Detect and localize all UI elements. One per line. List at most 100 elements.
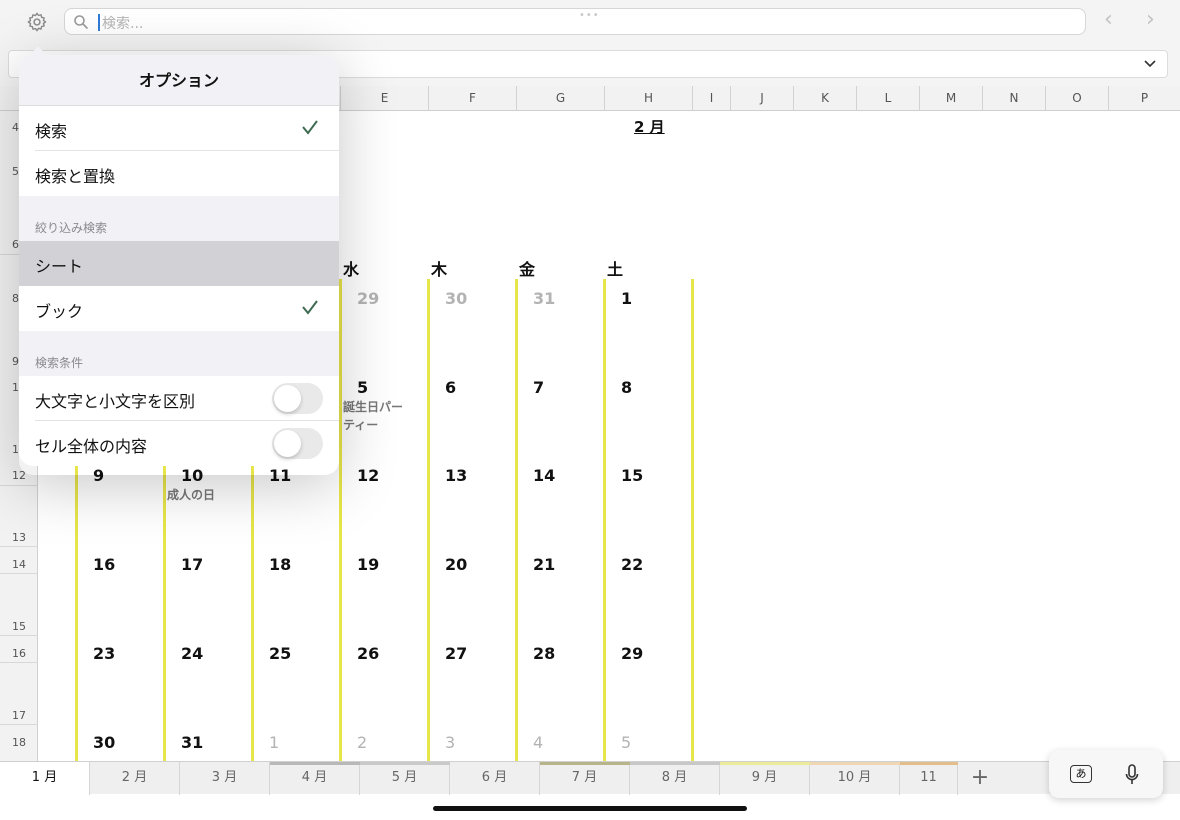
calendar-column-line xyxy=(603,279,606,761)
row-number[interactable]: 16 xyxy=(0,647,38,660)
match-case-toggle[interactable] xyxy=(272,383,323,414)
calendar-day[interactable]: 15 xyxy=(621,466,643,485)
input-mode-icon[interactable]: あ xyxy=(1070,765,1092,783)
condition-section-header: 検索条件 xyxy=(35,356,84,370)
month-title: 2 月 xyxy=(634,118,665,136)
app-window: 検索... ••• ‹ › E F G H I J K L M N O P 2 … xyxy=(0,0,1180,820)
option-search-label: 検索 xyxy=(35,122,68,141)
search-field[interactable]: 検索... xyxy=(64,8,1086,35)
calendar-day[interactable]: 2 xyxy=(357,733,367,752)
calendar-day[interactable]: 4 xyxy=(533,733,543,752)
tab-color-bar xyxy=(360,762,450,765)
calendar-day[interactable]: 31 xyxy=(533,289,555,308)
tab-june[interactable]: 6 月 xyxy=(450,762,540,795)
tab-november[interactable]: 11 xyxy=(900,762,958,795)
home-indicator[interactable] xyxy=(433,806,747,811)
tab-july[interactable]: 7 月 xyxy=(540,762,630,795)
tab-october[interactable]: 10 月 xyxy=(810,762,900,795)
calendar-day[interactable]: 29 xyxy=(621,644,643,663)
calendar-column-line xyxy=(75,460,78,761)
calendar-day[interactable]: 19 xyxy=(357,555,379,574)
weekday-thursday: 木 xyxy=(431,260,448,279)
calendar-day[interactable]: 6 xyxy=(445,378,456,397)
calendar-day[interactable]: 13 xyxy=(445,466,467,485)
calendar-day[interactable]: 31 xyxy=(181,733,203,752)
calendar-day[interactable]: 8 xyxy=(621,378,632,397)
calendar-day[interactable]: 30 xyxy=(93,733,115,752)
window-grip-dots[interactable]: ••• xyxy=(579,10,600,21)
row-divider xyxy=(0,485,38,486)
column-header-e[interactable]: E xyxy=(340,86,428,111)
calendar-day[interactable]: 1 xyxy=(269,733,279,752)
calendar-column-line xyxy=(427,279,430,761)
calendar-day[interactable]: 26 xyxy=(357,644,379,663)
row-number[interactable]: 13 xyxy=(0,531,38,544)
weekday-saturday: 土 xyxy=(607,260,624,279)
option-book[interactable]: ブック xyxy=(19,286,339,331)
calendar-day[interactable]: 22 xyxy=(621,555,643,574)
calendar-day[interactable]: 23 xyxy=(93,644,115,663)
calendar-day[interactable]: 20 xyxy=(445,555,467,574)
previous-result-arrow-icon[interactable]: ‹ xyxy=(1104,9,1113,31)
tab-color-bar xyxy=(900,762,958,765)
row-number[interactable]: 14 xyxy=(0,558,38,571)
tab-april[interactable]: 4 月 xyxy=(270,762,360,795)
row-number[interactable]: 17 xyxy=(0,709,38,722)
option-sheet[interactable]: シート xyxy=(19,241,339,286)
calendar-day[interactable]: 24 xyxy=(181,644,203,663)
calendar-day[interactable]: 3 xyxy=(445,733,455,752)
keyboard-shortcut-bar: あ xyxy=(1049,750,1163,798)
calendar-day[interactable]: 25 xyxy=(269,644,291,663)
calendar-day[interactable]: 17 xyxy=(181,555,203,574)
calendar-day[interactable]: 5 xyxy=(357,378,368,397)
gear-icon[interactable] xyxy=(26,11,48,33)
column-header-h[interactable]: H xyxy=(604,86,692,111)
calendar-day[interactable]: 21 xyxy=(533,555,555,574)
option-find-replace[interactable]: 検索と置換 xyxy=(19,151,339,196)
calendar-day[interactable]: 29 xyxy=(357,289,379,308)
add-sheet-button[interactable]: + xyxy=(960,762,1000,795)
column-header-m[interactable]: M xyxy=(919,86,982,111)
calendar-day[interactable]: 5 xyxy=(621,733,631,752)
popover-title: オプション xyxy=(19,55,339,106)
chevron-down-icon[interactable] xyxy=(1143,56,1157,70)
calendar-day[interactable]: 28 xyxy=(533,644,555,663)
tab-march[interactable]: 3 月 xyxy=(180,762,270,795)
column-header-k[interactable]: K xyxy=(793,86,856,111)
tab-january[interactable]: 1 月 xyxy=(0,762,90,795)
row-divider xyxy=(0,724,38,725)
calendar-day[interactable]: 1 xyxy=(621,289,632,308)
option-search[interactable]: 検索 xyxy=(19,106,339,151)
calendar-day[interactable]: 18 xyxy=(269,555,291,574)
column-header-l[interactable]: L xyxy=(856,86,919,111)
calendar-day[interactable]: 14 xyxy=(533,466,555,485)
column-header-g[interactable]: G xyxy=(516,86,604,111)
calendar-day[interactable]: 16 xyxy=(93,555,115,574)
column-header-i[interactable]: I xyxy=(692,86,730,111)
row-number[interactable]: 15 xyxy=(0,620,38,633)
tab-september[interactable]: 9 月 xyxy=(720,762,810,795)
column-header-f[interactable]: F xyxy=(428,86,516,111)
weekday-wednesday: 水 xyxy=(343,260,360,279)
microphone-icon[interactable] xyxy=(1125,764,1139,786)
column-header-j[interactable]: J xyxy=(730,86,793,111)
calendar-day[interactable]: 12 xyxy=(357,466,379,485)
calendar-column-line xyxy=(251,460,254,761)
column-header-p[interactable]: P xyxy=(1108,86,1180,111)
calendar-day[interactable]: 30 xyxy=(445,289,467,308)
calendar-day[interactable]: 27 xyxy=(445,644,467,663)
row-number[interactable]: 18 xyxy=(0,736,38,749)
tab-august[interactable]: 8 月 xyxy=(630,762,720,795)
sheet-tabs: 1 月 2 月 3 月 4 月 5 月 6 月 7 月 8 月 9 月 10 月… xyxy=(0,761,1180,795)
column-header-o[interactable]: O xyxy=(1045,86,1108,111)
column-header-n[interactable]: N xyxy=(982,86,1045,111)
tab-february[interactable]: 2 月 xyxy=(90,762,180,795)
row-divider xyxy=(0,546,38,547)
option-find-replace-label: 検索と置換 xyxy=(35,167,116,186)
tab-may[interactable]: 5 月 xyxy=(360,762,450,795)
checkmark-icon xyxy=(302,300,318,315)
option-entire-cell: セル全体の内容 xyxy=(19,421,339,466)
entire-cell-toggle[interactable] xyxy=(272,428,323,459)
calendar-day[interactable]: 7 xyxy=(533,378,544,397)
next-result-arrow-icon[interactable]: › xyxy=(1146,9,1155,31)
